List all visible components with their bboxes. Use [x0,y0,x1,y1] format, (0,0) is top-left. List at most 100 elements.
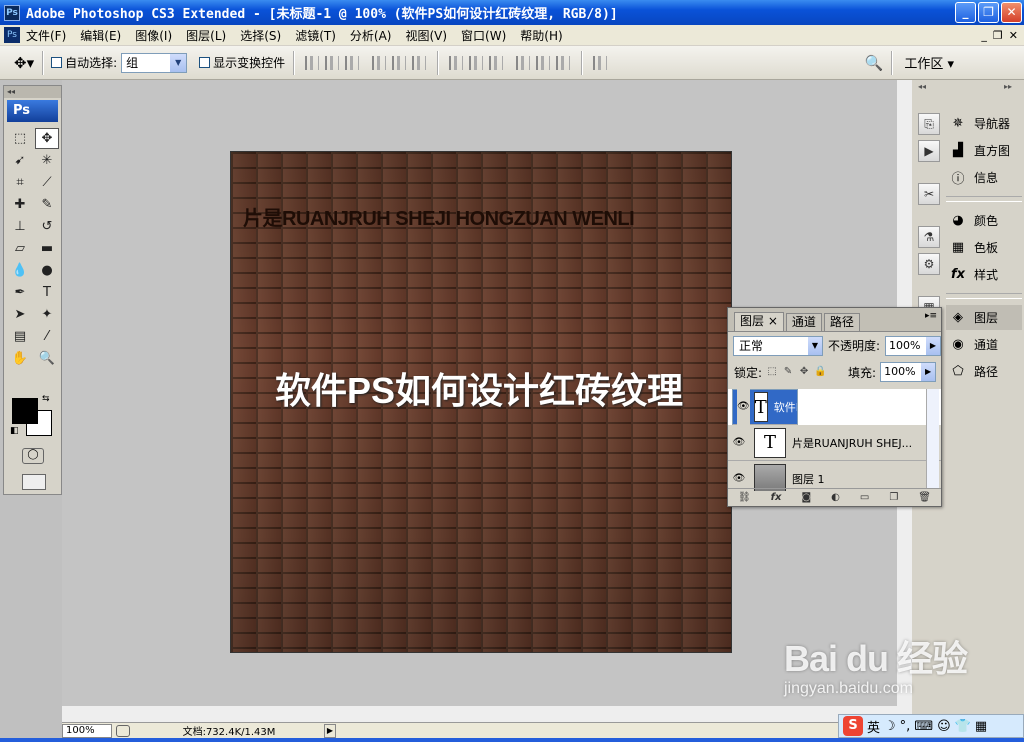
menu-layer[interactable]: 图层(L) [186,27,226,44]
doc-minimize-icon[interactable]: _ [981,29,987,42]
panel-channels[interactable]: ◉ 通道 [946,332,1022,357]
menu-view[interactable]: 视图(V) [405,27,447,44]
new-layer-icon[interactable]: ❐ [889,492,898,503]
adjustment-layer-icon[interactable]: ◐ [831,492,840,503]
text-layer-title[interactable]: 软件PS如何设计红砖纹理 [275,362,683,414]
fill-slider-icon[interactable]: ▶ [921,363,936,381]
punctuation-icon[interactable]: °, [900,719,911,734]
tab-paths[interactable]: 路径 [823,313,860,331]
text-layer-small[interactable]: 片是RUANJRUH SHEJI HONGZUAN WENLI [243,202,635,231]
layers-scrollbar[interactable] [926,389,939,489]
brushes-icon[interactable]: ⚗ [918,226,940,248]
menu-analysis[interactable]: 分析(A) [350,27,392,44]
path-selection-icon[interactable]: ➤ [8,304,32,325]
workspace-button[interactable]: 工作区 ▾ [904,53,954,72]
tab-channels[interactable]: 通道 [785,313,822,331]
clone-source-icon[interactable]: ⚙ [918,253,940,275]
layer-row-layer-1[interactable]: 👁 图层 1 [728,461,941,491]
align-right-icon[interactable] [412,55,427,70]
layer-style-icon[interactable]: fx [771,492,782,503]
menu-help[interactable]: 帮助(H) [520,27,562,44]
panel-swatches[interactable]: ▦ 色板 [946,235,1022,260]
menu-filter[interactable]: 滤镜(T) [295,27,336,44]
menu-window[interactable]: 窗口(W) [461,27,506,44]
close-button[interactable]: ✕ [1001,2,1022,23]
type-tool-icon[interactable]: T [35,282,59,303]
dock-collapse-icon[interactable]: ◂◂ [918,82,926,96]
slice-tool-icon[interactable]: ⟋ [35,172,59,193]
shape-tool-icon[interactable]: ✦ [35,304,59,325]
panel-histogram[interactable]: ▟ 直方图 [946,138,1022,163]
notes-tool-icon[interactable]: ▤ [8,326,32,347]
ps-logo[interactable]: Ps [7,100,58,122]
align-bottom-icon[interactable] [345,55,360,70]
panel-styles[interactable]: fx 样式 [946,262,1022,287]
history-icon[interactable]: ⎘ [918,113,940,135]
opacity-field[interactable]: 100% ▶ [885,335,941,356]
marquee-tool-icon[interactable]: ⬚ [8,128,32,149]
brush-tool-icon[interactable]: ✎ [35,194,59,215]
restore-button[interactable]: ❐ [978,2,999,23]
zoom-tool-icon[interactable]: 🔍 [35,348,59,369]
doc-close-icon[interactable]: ✕ [1009,29,1018,42]
document-canvas[interactable]: 片是RUANJRUH SHEJI HONGZUAN WENLI 软件PS如何设计… [230,151,732,653]
layer-row-small-text[interactable]: 👁 T 片是RUANJRUH SHEJ... [728,425,941,461]
delete-layer-icon[interactable]: 🗑 [918,492,931,503]
menu-edit[interactable]: 编辑(E) [80,27,121,44]
align-top-icon[interactable] [305,55,320,70]
swap-colors-icon[interactable]: ⇆ [42,394,50,404]
tool-presets-icon[interactable]: ✂ [918,183,940,205]
clone-stamp-icon[interactable]: ⊥ [8,216,32,237]
visibility-eye-icon[interactable]: 👁 [728,437,750,448]
zoom-field[interactable]: 100% [62,723,112,738]
panel-menu-icon[interactable]: ▸≡ [925,311,937,321]
distribute-vcenter-icon[interactable] [469,55,484,70]
new-group-icon[interactable]: ▭ [860,492,869,503]
panel-color[interactable]: ◕ 颜色 [946,208,1022,233]
lock-position-icon[interactable]: ✥ [798,366,810,378]
auto-align-icon[interactable] [593,55,608,70]
sogou-ime-icon[interactable]: S [843,716,863,736]
shirt-icon[interactable]: 👕 [955,719,971,734]
magic-wand-tool-icon[interactable]: ✳ [35,150,59,171]
dodge-tool-icon[interactable]: ● [35,260,59,281]
opacity-slider-icon[interactable]: ▶ [926,336,940,355]
distribute-top-icon[interactable] [449,55,464,70]
menu-select[interactable]: 选择(S) [240,27,281,44]
show-transform-checkbox[interactable]: 显示变换控件 [199,54,285,71]
visibility-eye-icon[interactable]: 👁 [737,389,750,425]
show-transform-box[interactable] [199,57,211,68]
foreground-color-swatch[interactable] [12,398,38,424]
eyedropper-tool-icon[interactable]: ⁄ [35,326,59,347]
history-brush-icon[interactable]: ↺ [35,216,59,237]
distribute-hcenter-icon[interactable] [536,55,551,70]
ime-language[interactable]: 英 [867,717,880,736]
pen-tool-icon[interactable]: ✒ [8,282,32,303]
panel-info[interactable]: ⓘ 信息 [946,165,1022,190]
hand-tool-icon[interactable]: ✋ [8,348,32,369]
auto-select-box[interactable] [51,57,63,68]
toolbox-header[interactable]: ◂◂ [4,86,61,98]
align-left-icon[interactable] [372,55,387,70]
menu-image[interactable]: 图像(I) [135,27,172,44]
move-tool-preset-icon[interactable]: ✥▾ [14,54,34,72]
auto-select-dropdown[interactable]: 组 ▼ [121,52,188,73]
quick-mask-icon[interactable]: ◯ [22,448,44,464]
lock-all-icon[interactable]: 🔒 [814,366,826,378]
doc-restore-icon[interactable]: ❐ [993,29,1003,42]
menu-file[interactable]: 文件(F) [26,27,66,44]
eraser-tool-icon[interactable]: ▱ [8,238,32,259]
panel-navigator[interactable]: ✵ 导航器 [946,111,1022,136]
minimize-button[interactable]: _ [955,2,976,23]
document-icon[interactable]: Ps [4,27,20,43]
panel-layers[interactable]: ◈ 图层 [946,305,1022,330]
lock-transparency-icon[interactable]: ⬚ [766,366,778,378]
moon-icon[interactable]: ☽ [884,719,896,734]
keyboard-icon[interactable]: ⌨ [914,719,933,734]
status-menu-arrow-icon[interactable]: ▶ [324,723,336,738]
layer-row-title-text[interactable]: 👁 T 软件PS如何设计红... [732,389,798,425]
healing-brush-icon[interactable]: ✚ [8,194,32,215]
layer-mask-icon[interactable]: ◙ [801,492,811,503]
tab-layers[interactable]: 图层 × [734,312,784,331]
default-colors-icon[interactable]: ◧ [10,426,19,436]
